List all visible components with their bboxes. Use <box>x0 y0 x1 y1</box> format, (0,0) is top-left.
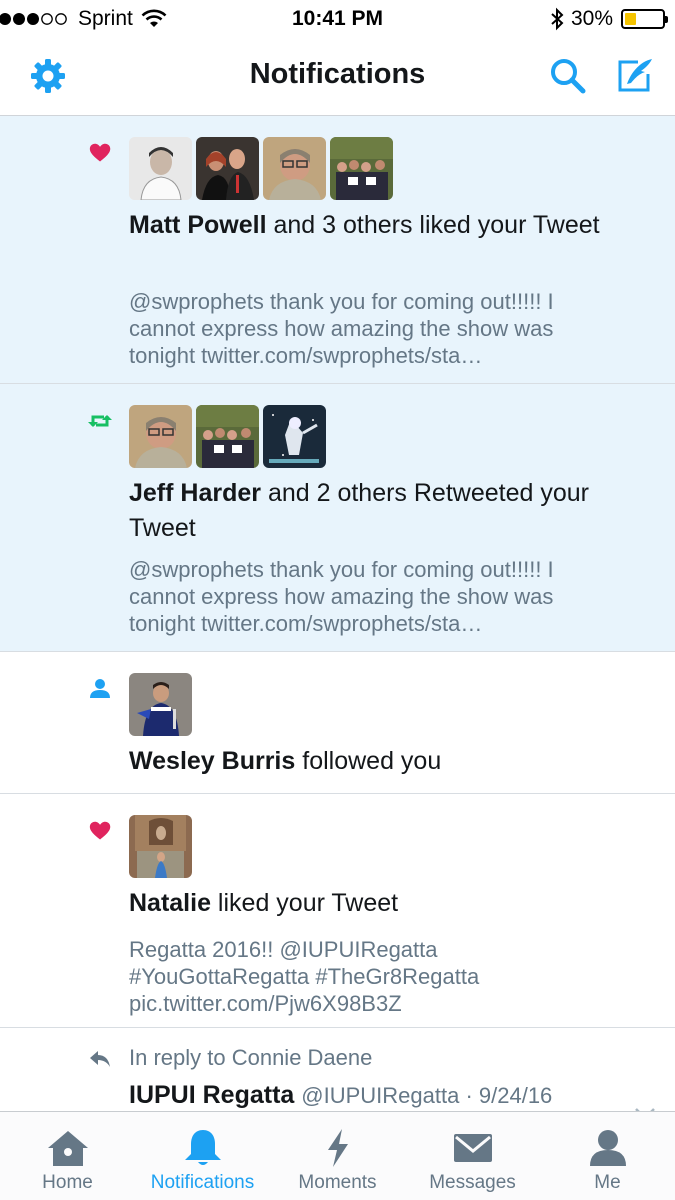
action-text: liked your Tweet <box>210 889 399 917</box>
actor-name[interactable]: Matt Powell <box>129 211 267 239</box>
avatar[interactable] <box>129 405 192 468</box>
author-handle[interactable]: @IUPUIRegatta <box>301 1083 459 1108</box>
heart-icon <box>89 821 111 840</box>
notification-follow[interactable]: Wesley Burris followed you <box>0 652 675 794</box>
actor-name[interactable]: Jeff Harder <box>129 479 261 507</box>
notification-like[interactable]: Natalie liked your Tweet Regatta 2016!! … <box>0 794 675 1028</box>
lightning-icon <box>327 1129 348 1167</box>
actor-name[interactable]: Natalie <box>129 889 211 917</box>
avatar[interactable] <box>196 405 259 468</box>
actor-avatars <box>129 815 192 878</box>
avatar[interactable] <box>129 673 192 736</box>
avatar[interactable] <box>263 137 326 200</box>
actor-avatars <box>129 673 192 736</box>
avatar[interactable] <box>129 815 192 878</box>
meta-separator: · <box>459 1083 479 1108</box>
tab-label: Moments <box>298 1172 377 1193</box>
notification-retweet[interactable]: Jeff Harder and 2 others Retweeted your … <box>0 384 675 652</box>
tab-bar: Home Notifications Moments Messages Me <box>0 1111 675 1200</box>
compose-icon[interactable] <box>614 56 654 96</box>
tab-label: Me <box>594 1172 621 1193</box>
envelope-icon <box>453 1134 492 1162</box>
search-icon[interactable] <box>548 56 588 96</box>
tweet-snippet: Regatta 2016!! @IUPUIRegatta #YouGottaRe… <box>129 937 480 1016</box>
avatar[interactable] <box>330 137 393 200</box>
heart-icon <box>89 143 111 162</box>
tweet-author-line: IUPUI Regatta @IUPUIRegatta · 9/24/16 <box>129 1081 552 1110</box>
battery-level <box>625 13 636 25</box>
reply-context[interactable]: In reply to Connie Daene <box>129 1045 372 1071</box>
reply-icon <box>90 1051 110 1067</box>
notification-text: Matt Powell and 3 others liked your Twee… <box>129 208 615 243</box>
status-right-group: 30% <box>549 7 668 31</box>
tab-label: Home <box>42 1172 93 1193</box>
tab-home[interactable]: Home <box>0 1112 135 1200</box>
actor-avatars <box>129 405 326 468</box>
tab-label: Messages <box>429 1172 516 1193</box>
notification-text: Wesley Burris followed you <box>129 744 615 779</box>
actor-avatars <box>129 137 393 200</box>
tab-notifications[interactable]: Notifications <box>135 1112 270 1200</box>
tweet-snippet: @swprophets thank you for coming out!!!!… <box>129 557 554 636</box>
header: Notifications <box>0 38 675 116</box>
notifications-feed[interactable]: Matt Powell and 3 others liked your Twee… <box>0 116 675 1111</box>
tab-me[interactable]: Me <box>540 1112 675 1200</box>
action-text: and 3 others liked your Tweet <box>266 211 600 239</box>
avatar[interactable] <box>129 137 192 200</box>
author-name[interactable]: IUPUI Regatta <box>129 1081 294 1109</box>
action-text: followed you <box>295 747 442 775</box>
notification-like[interactable]: Matt Powell and 3 others liked your Twee… <box>0 116 675 384</box>
notification-text: Jeff Harder and 2 others Retweeted your … <box>129 476 615 546</box>
notification-text: Natalie liked your Tweet <box>129 886 615 921</box>
person-icon <box>589 1130 626 1166</box>
battery-percent: 30% <box>570 7 613 30</box>
tab-moments[interactable]: Moments <box>270 1112 405 1200</box>
battery-icon <box>621 9 668 29</box>
avatar[interactable] <box>263 405 326 468</box>
home-icon <box>47 1131 88 1166</box>
retweet-icon <box>88 415 112 427</box>
avatar[interactable] <box>196 137 259 200</box>
tab-label: Notifications <box>150 1172 255 1193</box>
tab-messages[interactable]: Messages <box>405 1112 540 1200</box>
tweet-item[interactable]: In reply to Connie Daene IUPUI Regatta @… <box>0 1027 675 1111</box>
status-bar: Sprint 10:41 PM 30% <box>0 0 675 38</box>
bluetooth-icon <box>551 7 564 31</box>
bell-icon <box>184 1130 221 1165</box>
tweet-date: 9/24/16 <box>478 1083 553 1108</box>
tweet-snippet: @swprophets thank you for coming out!!!!… <box>129 289 554 368</box>
actor-name[interactable]: Wesley Burris <box>129 747 295 775</box>
person-icon <box>90 679 110 698</box>
